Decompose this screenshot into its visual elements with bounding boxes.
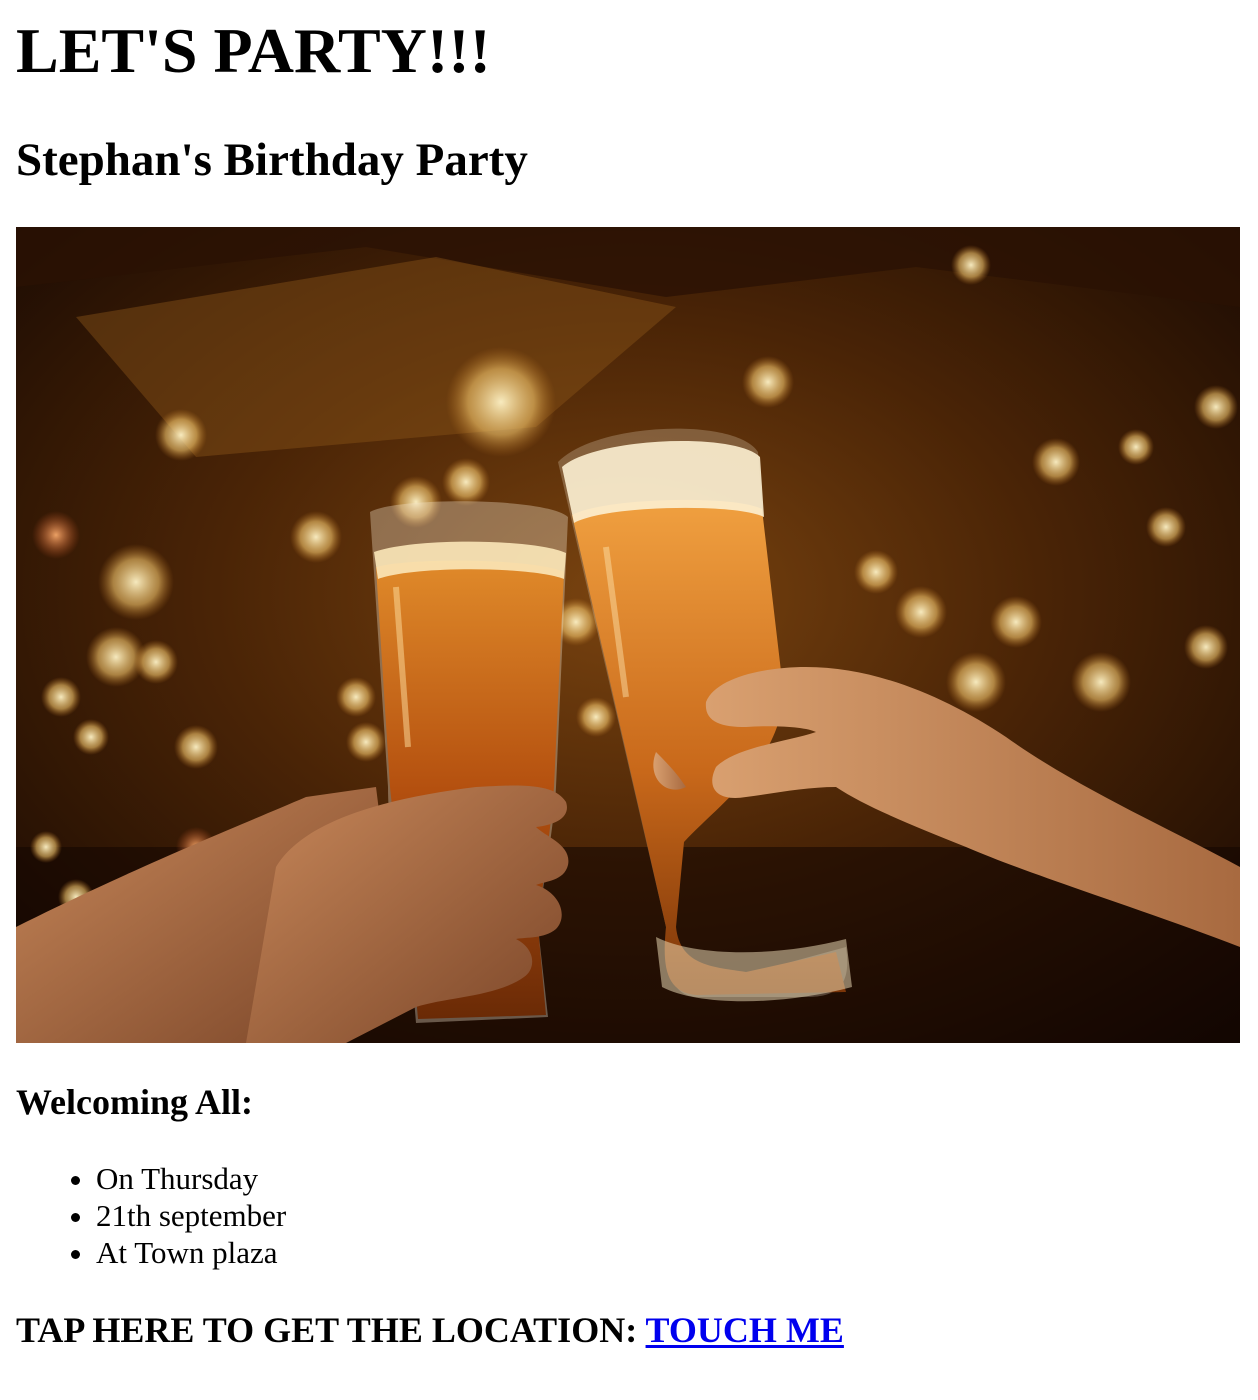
list-item: On Thursday: [16, 1160, 286, 1197]
page-title: LET'S PARTY!!!: [16, 15, 491, 86]
location-link[interactable]: TOUCH ME: [646, 1310, 844, 1350]
welcome-heading: Welcoming All:: [16, 1082, 253, 1122]
list-item: At Town plaza: [16, 1234, 286, 1271]
bullet-icon: [71, 1213, 80, 1222]
list-item-label: On Thursday: [96, 1161, 259, 1196]
hero-image-beer-toast: [16, 227, 1240, 1043]
list-item-label: 21th september: [96, 1198, 287, 1233]
list-item: 21th september: [16, 1197, 286, 1234]
bullet-icon: [71, 1176, 80, 1185]
location-line: TAP HERE TO GET THE LOCATION: TOUCH ME: [16, 1306, 844, 1354]
list-item-label: At Town plaza: [96, 1235, 278, 1270]
party-subtitle: Stephan's Birthday Party: [16, 134, 528, 186]
bullet-icon: [71, 1250, 80, 1259]
location-prompt: TAP HERE TO GET THE LOCATION:: [16, 1310, 638, 1350]
party-details-list: On Thursday 21th september At Town plaza: [16, 1160, 286, 1271]
